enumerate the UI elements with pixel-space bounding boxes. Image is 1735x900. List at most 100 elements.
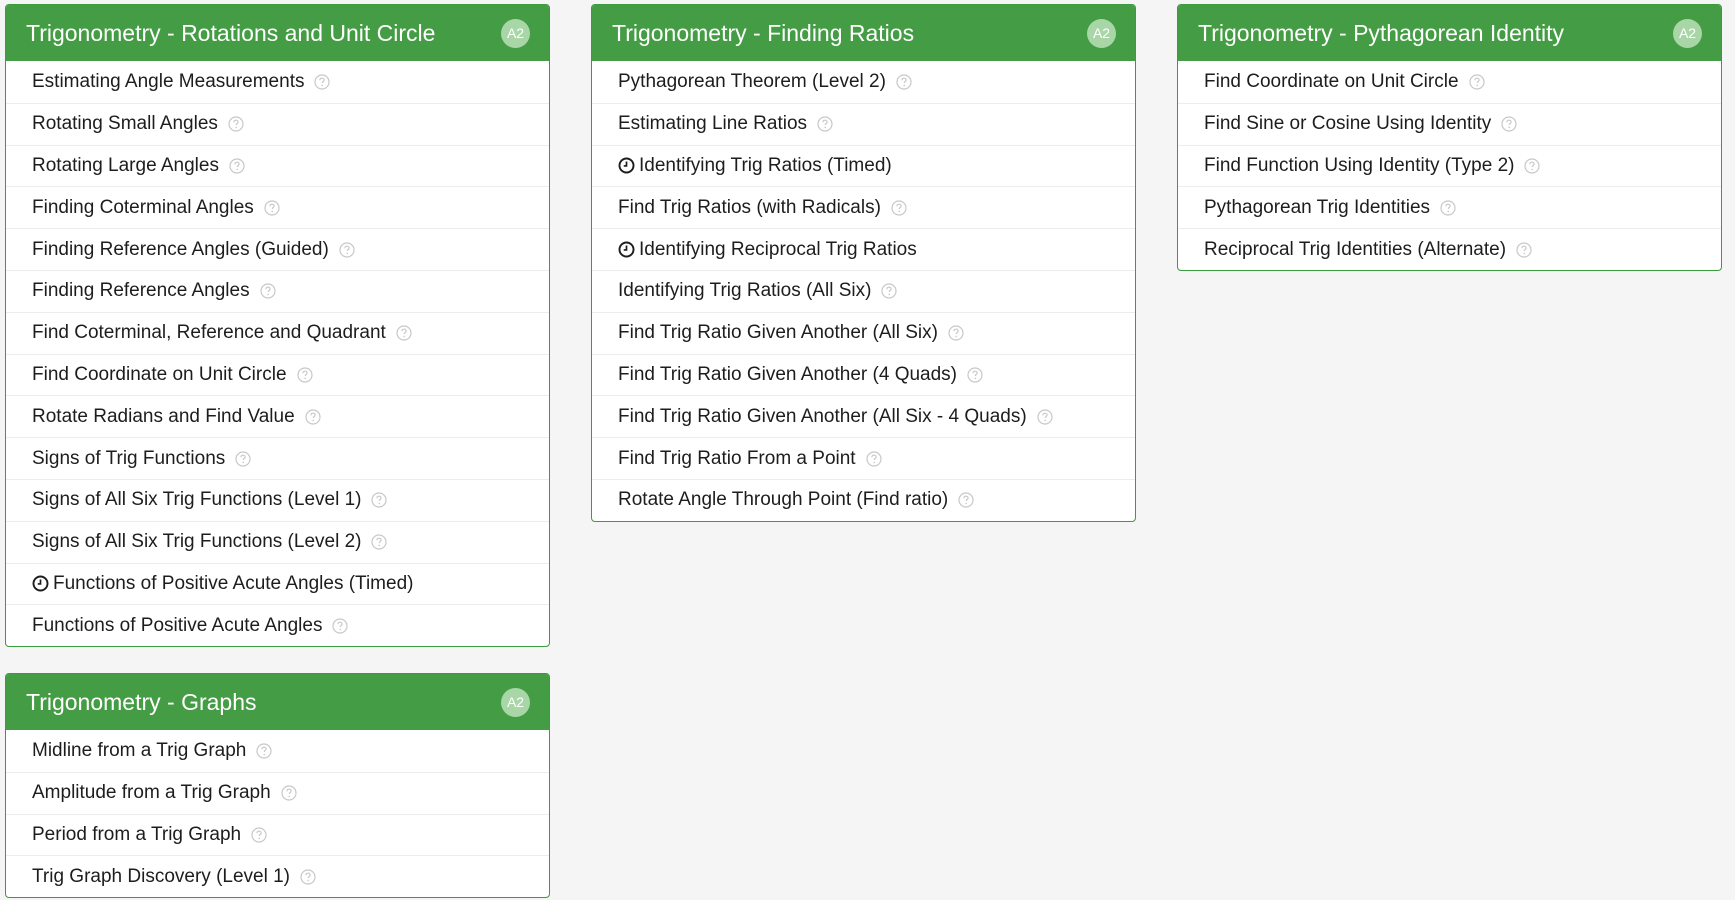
question-circle-icon[interactable]: [948, 325, 964, 341]
skill-list: Estimating Angle Measurements Rotating Sm…: [6, 61, 549, 646]
skill-label: Identifying Trig Ratios (All Six): [618, 280, 872, 302]
skill-item[interactable]: Find Coterminal, Reference and Quadrant: [6, 311, 549, 354]
skill-list: Find Coordinate on Unit Circle Find Sine …: [1178, 61, 1721, 270]
panel-rotations-unit-circle: Trigonometry - Rotations and Unit Circle…: [5, 4, 550, 648]
question-circle-icon[interactable]: [891, 200, 907, 216]
skill-item[interactable]: Midline from a Trig Graph: [6, 730, 549, 772]
panel-title: Trigonometry - Pythagorean Identity: [1198, 19, 1565, 46]
skill-item[interactable]: Amplitude from a Trig Graph: [6, 771, 549, 814]
skill-label: Pythagorean Trig Identities: [1204, 196, 1431, 218]
skill-label: Finding Reference Angles: [32, 280, 250, 302]
skill-item[interactable]: Trig Graph Discovery (Level 1): [6, 855, 549, 897]
question-circle-icon[interactable]: [1037, 409, 1053, 425]
question-circle-icon[interactable]: [281, 785, 297, 801]
skill-label: Period from a Trig Graph: [32, 823, 242, 845]
question-circle-icon[interactable]: [1440, 200, 1456, 216]
question-circle-icon[interactable]: [967, 367, 983, 383]
skill-item[interactable]: Find Function Using Identity (Type 2): [1178, 144, 1721, 187]
clock-icon: [618, 158, 635, 174]
question-circle-icon[interactable]: [229, 158, 245, 174]
skill-label: Functions of Positive Acute Angles: [32, 614, 323, 636]
skill-list: Midline from a Trig Graph Amplitude from …: [6, 730, 549, 897]
question-circle-icon[interactable]: [371, 534, 388, 550]
skill-label: Find Coterminal, Reference and Quadrant: [32, 322, 386, 344]
question-circle-icon[interactable]: [256, 743, 272, 759]
skill-item[interactable]: Find Trig Ratio From a Point: [592, 437, 1135, 479]
question-circle-icon[interactable]: [958, 492, 974, 508]
question-circle-icon[interactable]: [817, 116, 833, 132]
skill-item[interactable]: Estimating Line Ratios: [592, 102, 1135, 145]
skill-label: Finding Coterminal Angles: [32, 196, 254, 218]
skill-label: Midline from a Trig Graph: [32, 739, 247, 761]
skill-label: Find Trig Ratio Given Another (All Six -…: [618, 405, 1027, 427]
question-circle-icon[interactable]: [228, 116, 244, 132]
question-circle-icon[interactable]: [1468, 74, 1485, 90]
skill-label: Signs of All Six Trig Functions (Level 2…: [32, 531, 362, 553]
skill-item[interactable]: Find Coordinate on Unit Circle: [6, 353, 549, 396]
skill-item[interactable]: Estimating Angle Measurements: [6, 61, 549, 103]
skill-label: Pythagorean Theorem (Level 2): [618, 70, 886, 92]
skill-item[interactable]: Functions of Positive Acute Angles (Time…: [6, 562, 549, 605]
skill-item[interactable]: Rotate Radians and Find Value: [6, 395, 549, 437]
question-circle-icon[interactable]: [896, 74, 912, 90]
skill-label: Find Trig Ratio Given Another (All Six): [618, 322, 938, 344]
panel-title: Trigonometry - Finding Ratios: [612, 19, 915, 46]
question-circle-icon[interactable]: [332, 618, 349, 634]
panel-header: Trigonometry - Graphs A2: [6, 674, 549, 730]
skill-item[interactable]: Find Trig Ratio Given Another (All Six): [592, 311, 1135, 354]
question-circle-icon[interactable]: [251, 827, 267, 843]
skill-item[interactable]: Pythagorean Theorem (Level 2): [592, 61, 1135, 103]
skill-item[interactable]: Signs of All Six Trig Functions (Level 2…: [6, 520, 549, 563]
skill-item[interactable]: Find Sine or Cosine Using Identity: [1178, 102, 1721, 145]
skill-item[interactable]: Period from a Trig Graph: [6, 813, 549, 856]
skill-label: Rotating Large Angles: [32, 154, 219, 176]
skill-item[interactable]: Signs of All Six Trig Functions (Level 1…: [6, 478, 549, 521]
skill-item[interactable]: Identifying Trig Ratios (Timed): [592, 144, 1135, 187]
skill-label: Signs of All Six Trig Functions (Level 1…: [32, 489, 362, 511]
skill-item[interactable]: Finding Reference Angles: [6, 269, 549, 312]
question-circle-icon[interactable]: [235, 450, 251, 467]
skill-item[interactable]: Rotating Small Angles: [6, 102, 549, 145]
level-badge: A2: [1673, 18, 1702, 48]
skill-item[interactable]: Find Trig Ratio Given Another (All Six -…: [592, 395, 1135, 437]
skill-item[interactable]: Finding Reference Angles (Guided): [6, 228, 549, 270]
question-circle-icon[interactable]: [259, 283, 276, 299]
skill-label: Estimating Line Ratios: [618, 113, 808, 135]
skill-item[interactable]: Finding Coterminal Angles: [6, 186, 549, 228]
question-circle-icon[interactable]: [1501, 116, 1517, 132]
skill-item[interactable]: Pythagorean Trig Identities: [1178, 186, 1721, 228]
skill-label: Functions of Positive Acute Angles (Time…: [53, 572, 414, 594]
skill-item[interactable]: Rotate Angle Through Point (Find ratio): [592, 478, 1135, 521]
question-circle-icon[interactable]: [1524, 158, 1541, 174]
skill-item[interactable]: Reciprocal Trig Identities (Alternate): [1178, 228, 1721, 270]
skill-label: Rotate Radians and Find Value: [32, 405, 295, 427]
skill-item[interactable]: Find Coordinate on Unit Circle: [1178, 61, 1721, 103]
clock-icon: [618, 241, 635, 258]
level-badge: A2: [501, 18, 530, 48]
skill-item[interactable]: Functions of Positive Acute Angles: [6, 604, 549, 646]
question-circle-icon[interactable]: [865, 450, 882, 467]
question-circle-icon[interactable]: [1516, 241, 1532, 258]
question-circle-icon[interactable]: [305, 409, 321, 425]
clock-icon: [32, 575, 49, 592]
question-circle-icon[interactable]: [339, 241, 355, 258]
skill-item[interactable]: Find Trig Ratios (with Radicals): [592, 186, 1135, 228]
skill-item[interactable]: Identifying Trig Ratios (All Six): [592, 269, 1135, 312]
question-circle-icon[interactable]: [314, 74, 331, 90]
question-circle-icon[interactable]: [881, 283, 898, 299]
question-circle-icon[interactable]: [300, 869, 316, 885]
skill-item[interactable]: Identifying Reciprocal Trig Ratios: [592, 228, 1135, 270]
question-circle-icon[interactable]: [396, 325, 412, 341]
skill-item[interactable]: Rotating Large Angles: [6, 144, 549, 187]
skill-label: Find Coordinate on Unit Circle: [32, 363, 287, 385]
question-circle-icon[interactable]: [264, 200, 280, 216]
question-circle-icon[interactable]: [296, 367, 313, 383]
panel-title: Trigonometry - Rotations and Unit Circle: [26, 19, 436, 46]
skill-list: Pythagorean Theorem (Level 2) Estimating …: [592, 61, 1135, 521]
skill-item[interactable]: Find Trig Ratio Given Another (4 Quads): [592, 353, 1135, 396]
question-circle-icon[interactable]: [371, 492, 388, 508]
skill-label: Find Trig Ratio Given Another (4 Quads): [618, 363, 957, 385]
skill-item[interactable]: Signs of Trig Functions: [6, 437, 549, 479]
panel-title: Trigonometry - Graphs: [26, 688, 257, 715]
skill-label: Finding Reference Angles (Guided): [32, 238, 329, 260]
